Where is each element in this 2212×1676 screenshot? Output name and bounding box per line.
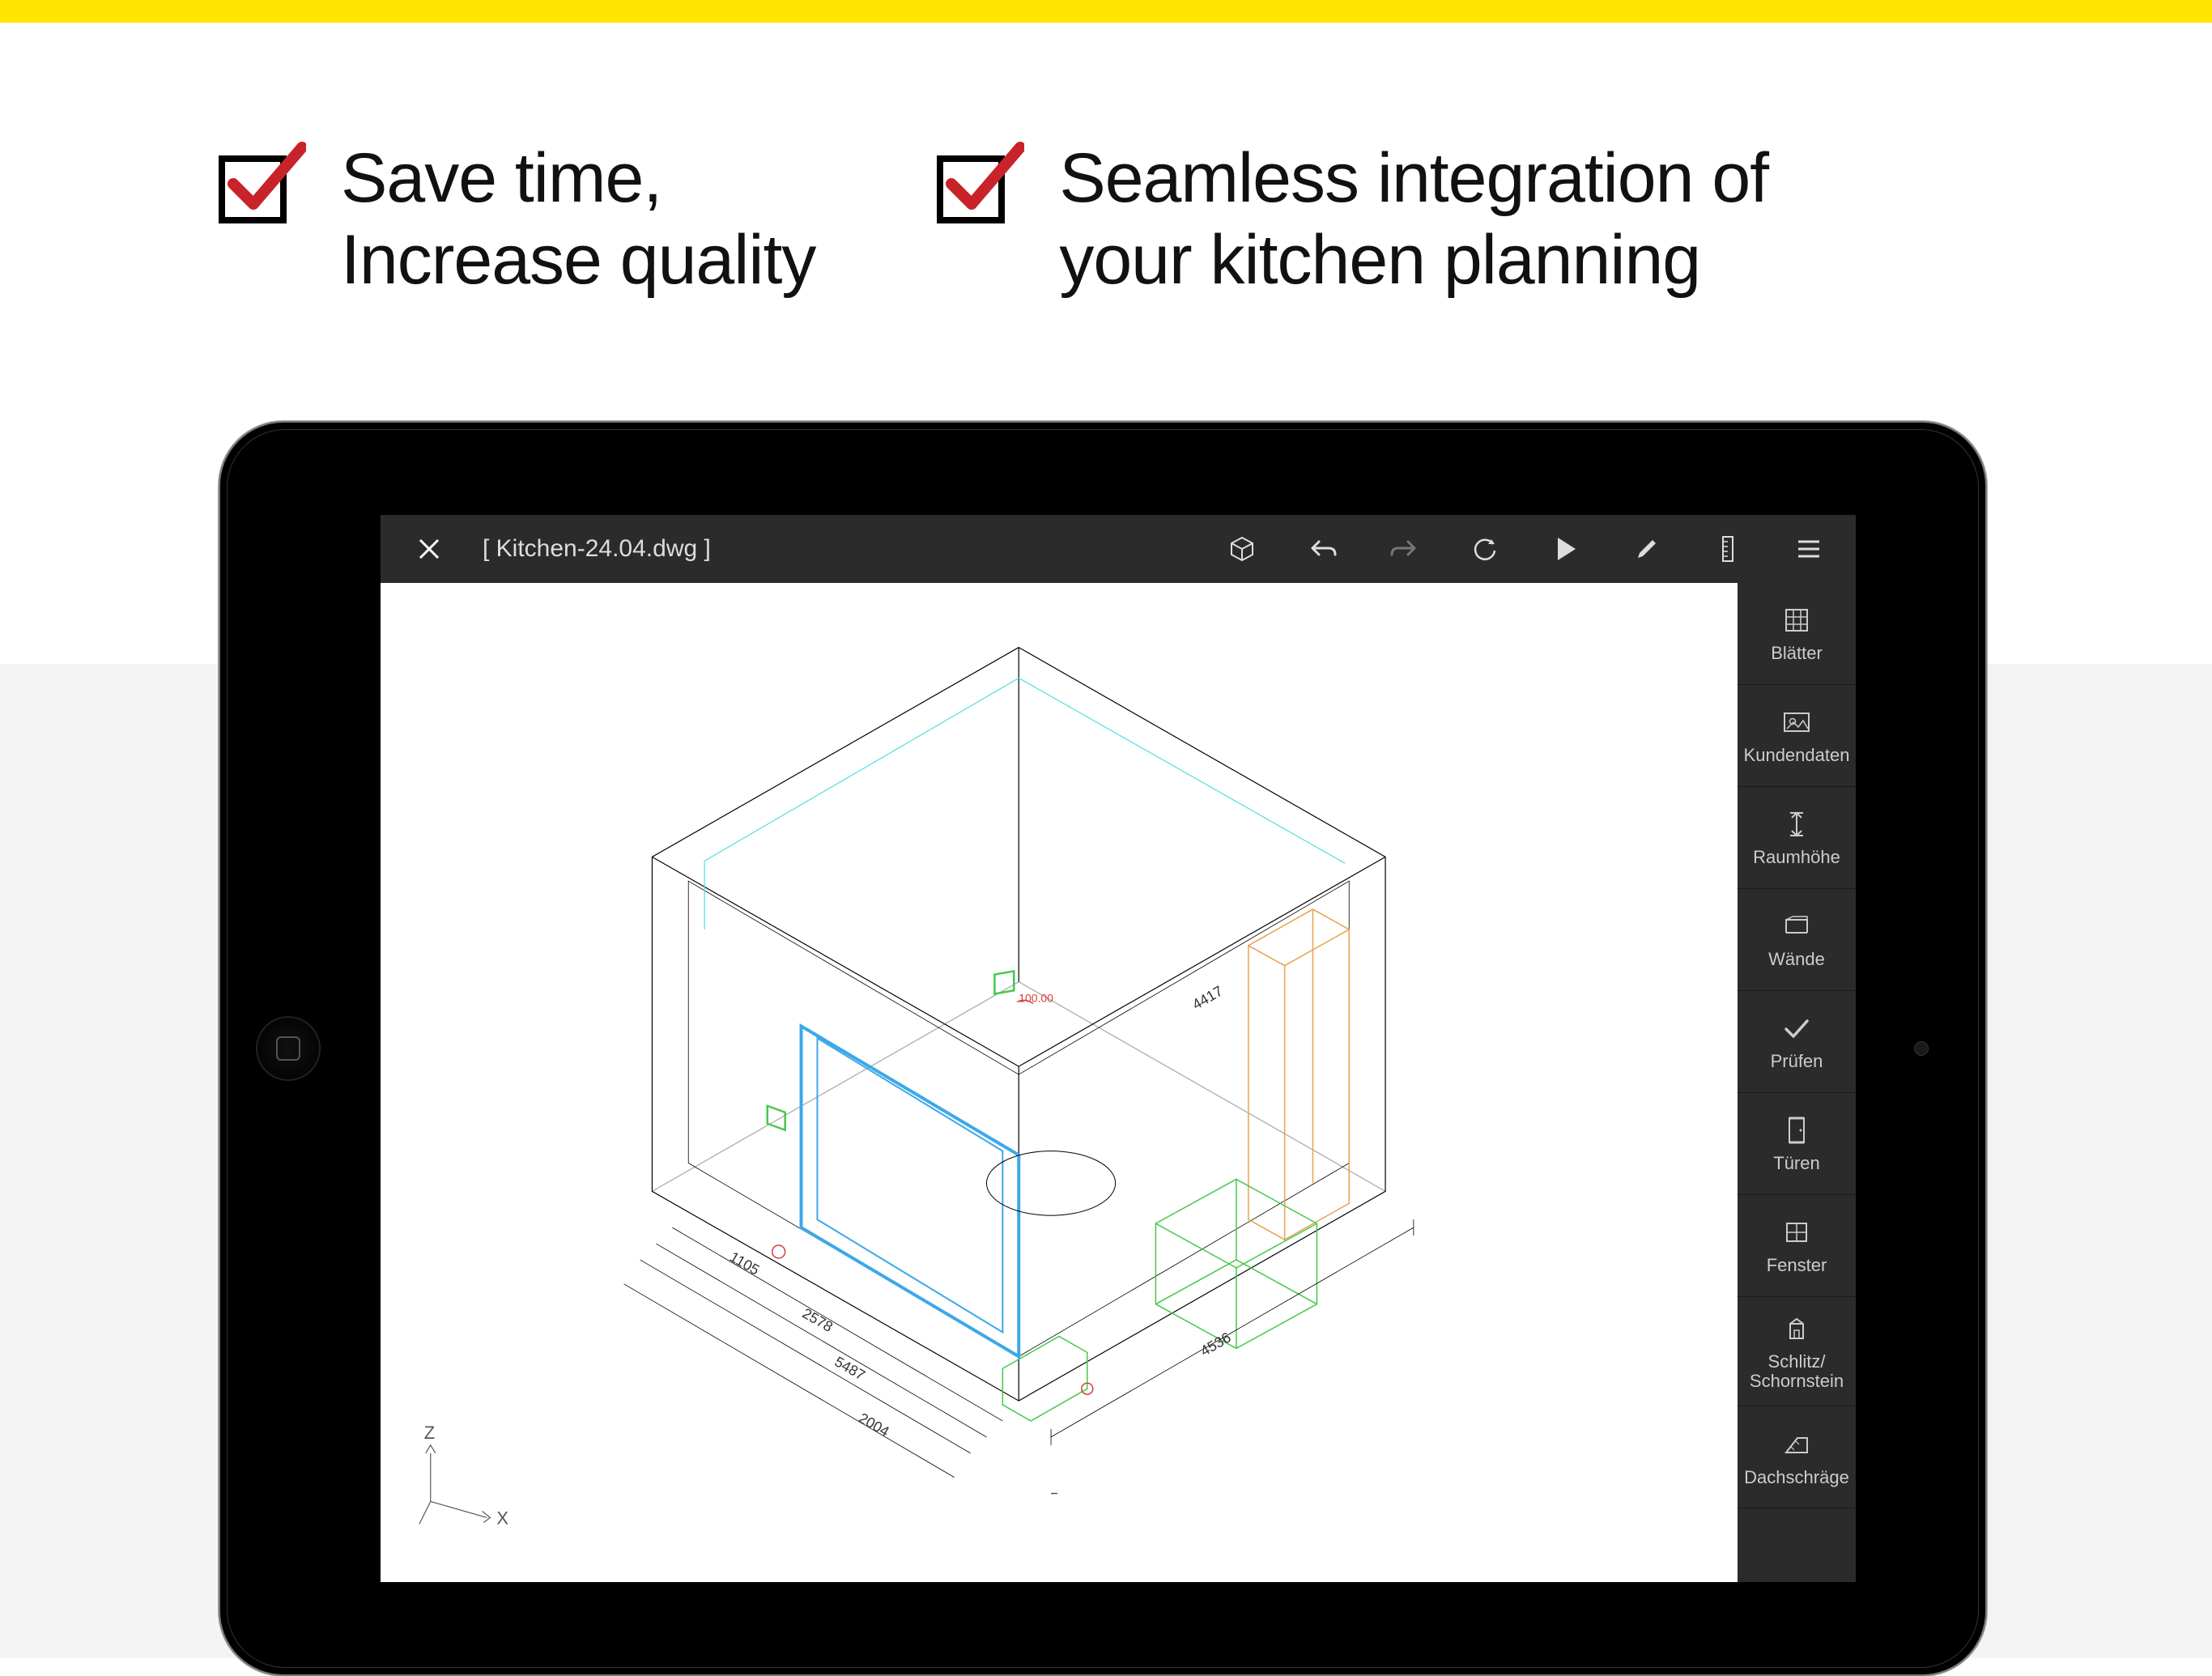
yellow-accent-bar	[0, 0, 2212, 23]
tool-tueren-label: Türen	[1773, 1154, 1819, 1173]
tool-fenster-label: Fenster	[1767, 1256, 1827, 1275]
play-icon[interactable]	[1545, 528, 1587, 570]
checkmark-icon	[937, 146, 1015, 223]
tool-dachschraege-label: Dachschräge	[1744, 1468, 1849, 1487]
app-toolbar: [ Kitchen-24.04.dwg ]	[381, 515, 1856, 583]
tool-dachschraege[interactable]: Dachschräge	[1738, 1406, 1856, 1508]
tool-dachschraege-icon	[1781, 1429, 1812, 1460]
cube-icon[interactable]	[1221, 528, 1263, 570]
feature-2-text: Seamless integration of your kitchen pla…	[1059, 138, 1768, 302]
app-screen: [ Kitchen-24.04.dwg ]	[381, 515, 1856, 1582]
ruler-icon[interactable]	[1707, 528, 1749, 570]
tool-schlitz[interactable]: Schlitz/ Schornstein	[1738, 1297, 1856, 1406]
tablet-home-button[interactable]	[256, 1016, 321, 1081]
tool-raumhoehe[interactable]: Raumhöhe	[1738, 787, 1856, 889]
svg-text:Z: Z	[424, 1423, 435, 1443]
svg-text:2004: 2004	[856, 1410, 892, 1440]
tool-tueren-icon	[1781, 1115, 1812, 1146]
tool-waende-icon	[1781, 911, 1812, 942]
svg-text:4536: 4536	[1197, 1329, 1234, 1359]
tool-schlitz-icon	[1781, 1313, 1812, 1344]
tool-kundendaten[interactable]: Kundendaten	[1738, 685, 1856, 787]
svg-text:5487: 5487	[832, 1353, 868, 1383]
refresh-icon[interactable]	[1464, 528, 1506, 570]
svg-text:4417: 4417	[1189, 983, 1226, 1013]
menu-icon[interactable]	[1788, 528, 1830, 570]
pencil-icon[interactable]	[1626, 528, 1668, 570]
tool-waende[interactable]: Wände	[1738, 889, 1856, 991]
tool-tueren[interactable]: Türen	[1738, 1093, 1856, 1195]
tool-blatter[interactable]: Blätter	[1738, 583, 1856, 685]
tool-kundendaten-label: Kundendaten	[1744, 746, 1850, 765]
svg-text:1105: 1105	[727, 1248, 762, 1278]
tool-blatter-icon	[1781, 605, 1812, 636]
tool-fenster[interactable]: Fenster	[1738, 1195, 1856, 1297]
tool-pruefen-label: Prüfen	[1771, 1052, 1823, 1071]
tool-blatter-label: Blätter	[1771, 644, 1823, 663]
svg-text:100.00: 100.00	[1019, 991, 1053, 1004]
tool-schlitz-label: Schlitz/ Schornstein	[1750, 1352, 1844, 1391]
svg-text:X: X	[496, 1508, 508, 1528]
drawing-canvas[interactable]: 1105 2578 5487 2004 4536 4417 100.00	[381, 583, 1738, 1582]
tool-pruefen-icon	[1781, 1013, 1812, 1044]
close-icon[interactable]	[408, 528, 450, 570]
feature-1: Save time, Increase quality	[219, 138, 815, 302]
tool-kundendaten-icon	[1781, 707, 1812, 738]
tool-raumhoehe-icon	[1781, 809, 1812, 840]
redo-icon[interactable]	[1383, 528, 1425, 570]
undo-icon[interactable]	[1302, 528, 1344, 570]
tool-waende-label: Wände	[1768, 950, 1825, 969]
tablet-camera	[1914, 1041, 1929, 1056]
tool-pruefen[interactable]: Prüfen	[1738, 991, 1856, 1093]
checkmark-icon	[219, 146, 296, 223]
tool-fenster-icon	[1781, 1217, 1812, 1248]
right-tools-panel: Blätter Kundendaten Raumhöhe Wände Prüfen Tür…	[1738, 583, 1856, 1582]
tablet-frame: [ Kitchen-24.04.dwg ]	[219, 421, 1987, 1676]
filename-label: [ Kitchen-24.04.dwg ]	[483, 535, 711, 563]
tool-raumhoehe-label: Raumhöhe	[1753, 848, 1840, 867]
feature-2: Seamless integration of your kitchen pla…	[937, 138, 1768, 302]
feature-1-text: Save time, Increase quality	[341, 138, 815, 302]
